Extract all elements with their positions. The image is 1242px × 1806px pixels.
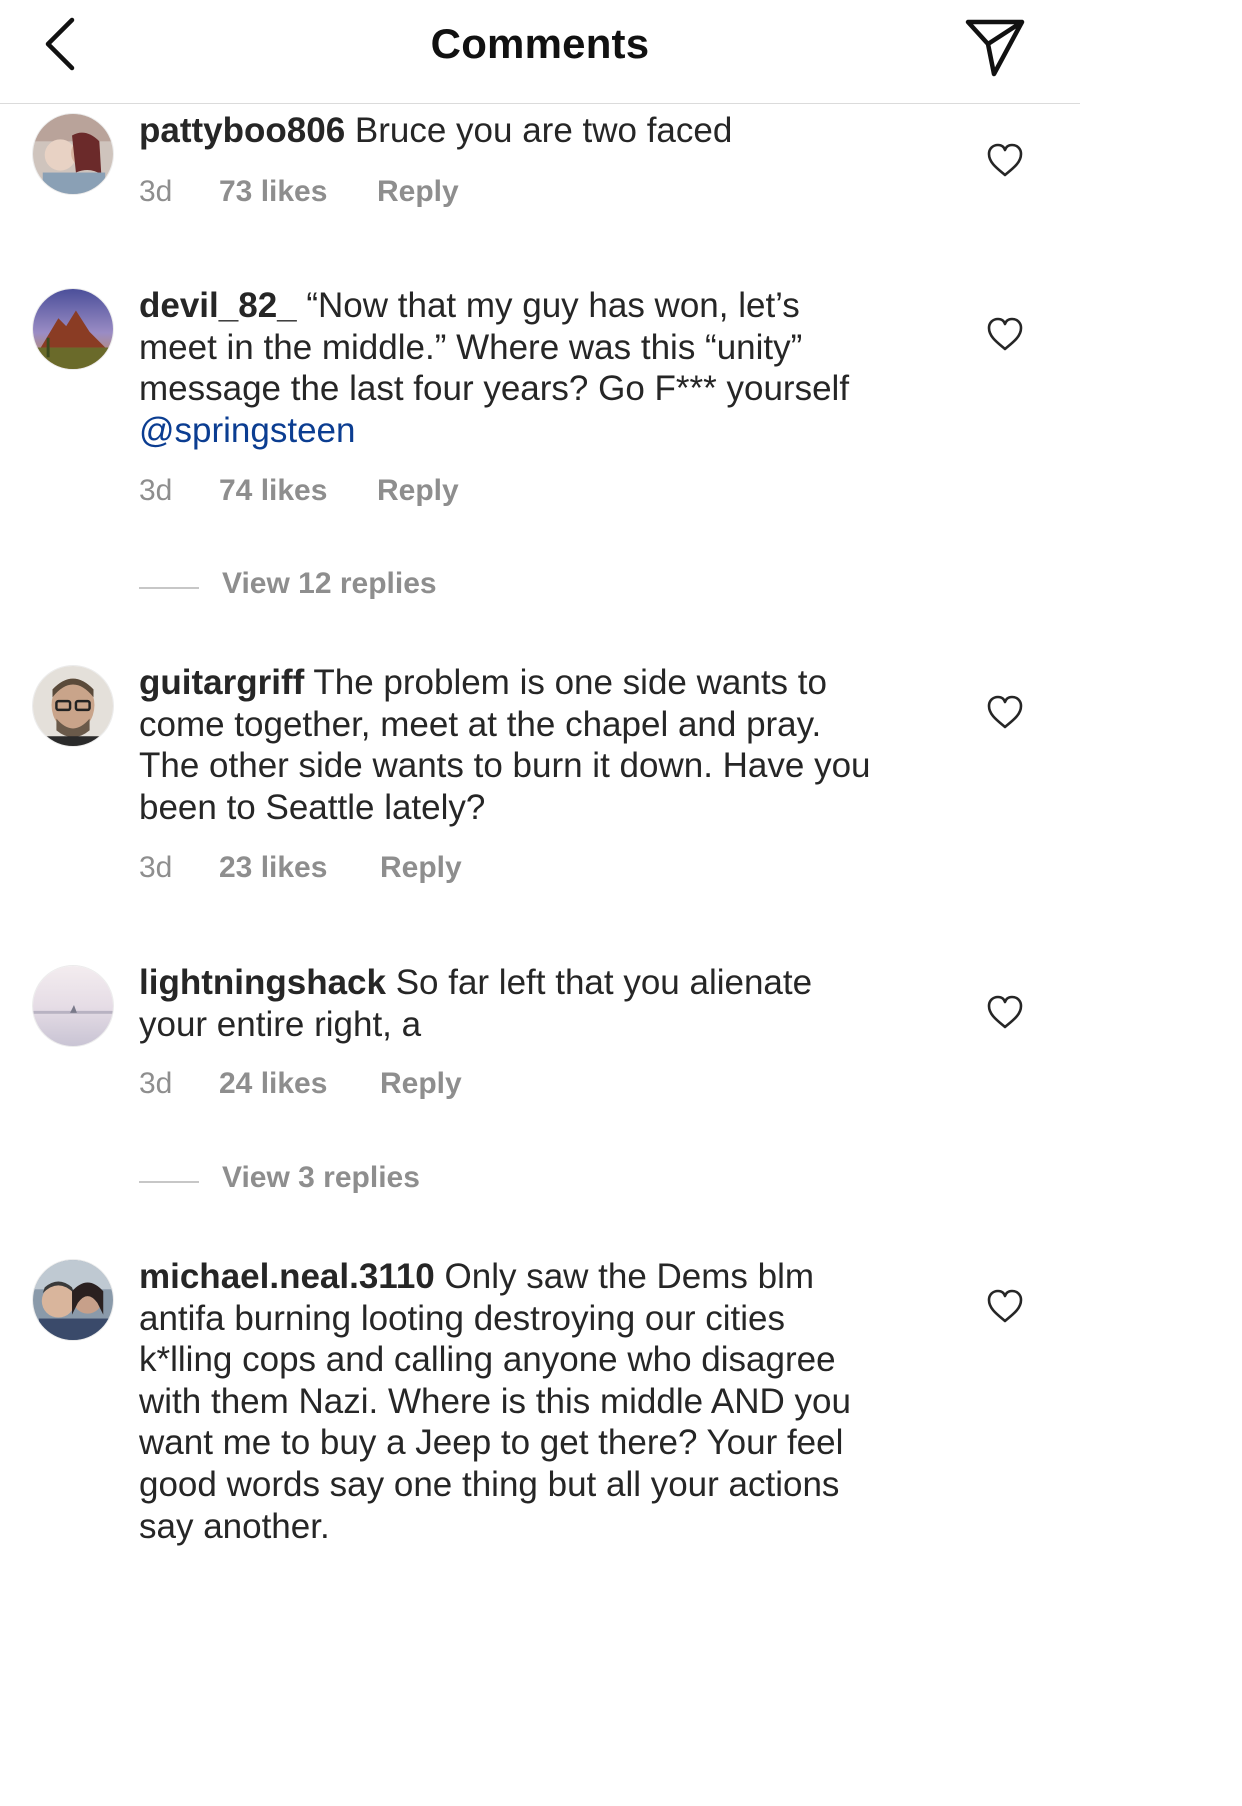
likes-count[interactable]: 24 likes — [219, 1067, 380, 1101]
comment-body-line: So far left that you alienate — [395, 963, 813, 1002]
avatar[interactable] — [32, 965, 114, 1047]
mention-link[interactable]: @springsteen — [139, 410, 939, 452]
comment-body-line: k*lling cops and calling anyone who disa… — [139, 1340, 836, 1380]
avatar[interactable] — [32, 665, 114, 747]
view-replies-label: View 3 replies — [222, 1161, 420, 1194]
comment-text: michael.neal.3110 Only saw the Dems blm … — [139, 1256, 939, 1547]
comment-time: 3d — [139, 175, 173, 208]
replies-divider — [139, 587, 199, 589]
heart-icon[interactable] — [986, 316, 1024, 352]
reply-button[interactable]: Reply — [377, 175, 459, 209]
comment-meta: 3d 74 likes Reply — [139, 474, 459, 508]
heart-icon[interactable] — [986, 994, 1024, 1030]
comment-meta: 3d 23 likes Reply — [139, 851, 462, 885]
reply-button[interactable]: Reply — [377, 474, 459, 508]
comment-text: guitargriff The problem is one side want… — [139, 662, 939, 828]
comment-body-line: want me to buy a Jeep to get there? Your… — [139, 1423, 844, 1463]
page-title: Comments — [430, 20, 650, 67]
comment-text: devil_82_ “Now that my guy has won, let’… — [139, 285, 939, 451]
comment-text: pattyboo806 Bruce you are two faced — [139, 110, 939, 152]
likes-count[interactable]: 73 likes — [219, 175, 377, 209]
replies-divider — [139, 1181, 199, 1183]
comment-username[interactable]: guitargriff — [139, 663, 304, 702]
comment-text: lightningshack So far left that you alie… — [139, 962, 939, 1045]
comment-body-line: The other side wants to burn it down. Ha… — [139, 746, 871, 786]
comment-body-line: good words say one thing but all your ac… — [139, 1464, 840, 1504]
reply-button[interactable]: Reply — [380, 1067, 462, 1101]
comment-body-line: message the last four years? Go F*** you… — [139, 369, 850, 409]
comment-body-line: Only saw the Dems blm — [444, 1257, 815, 1296]
comment-body-line: The problem is one side wants to — [313, 663, 827, 702]
comment-username[interactable]: devil_82_ — [139, 286, 297, 325]
comment-username[interactable]: michael.neal.3110 — [139, 1257, 435, 1296]
share-button[interactable] — [960, 14, 1030, 78]
heart-icon[interactable] — [986, 694, 1024, 730]
likes-count[interactable]: 23 likes — [219, 851, 380, 885]
avatar[interactable] — [32, 1259, 114, 1341]
paper-plane-icon — [965, 19, 1025, 77]
comment-time: 3d — [139, 851, 173, 884]
avatar[interactable] — [32, 288, 114, 370]
heart-icon[interactable] — [986, 142, 1024, 178]
comment-body-line: “Now that my guy has won, let’s — [306, 286, 800, 325]
comment-body-line: Bruce you are two faced — [354, 111, 733, 150]
avatar[interactable] — [32, 113, 114, 195]
heart-icon[interactable] — [986, 1288, 1024, 1324]
comment-body-line: say another. — [139, 1506, 330, 1546]
view-replies-label: View 12 replies — [222, 567, 437, 600]
comment-time: 3d — [139, 474, 173, 507]
reply-button[interactable]: Reply — [380, 851, 462, 885]
comment-body-line: antifa burning looting destroying our ci… — [139, 1298, 785, 1338]
comment-username[interactable]: lightningshack — [139, 963, 386, 1002]
comment-body-line: been to Seattle lately? — [139, 787, 486, 827]
likes-count[interactable]: 74 likes — [219, 474, 377, 508]
comment-username[interactable]: pattyboo806 — [139, 111, 345, 150]
comment-body-line: with them Nazi. Where is this middle AND… — [139, 1381, 851, 1421]
header-bar: Comments — [0, 0, 1080, 104]
comment-body-line: meet in the middle.” Where was this “uni… — [139, 327, 803, 367]
comment-meta: 3d 24 likes Reply — [139, 1067, 462, 1101]
comment-body-line: your entire right, a — [139, 1004, 422, 1044]
comment-time: 3d — [139, 1067, 173, 1100]
comment-meta: 3d 73 likes Reply — [139, 175, 459, 209]
comment-body-line: come together, meet at the chapel and pr… — [139, 704, 822, 744]
